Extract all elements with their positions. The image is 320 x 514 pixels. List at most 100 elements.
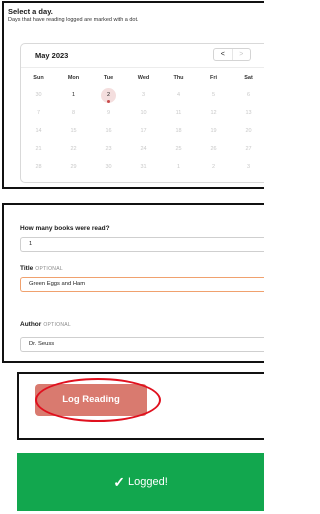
calendar-day-disabled: 9 — [91, 104, 126, 122]
day-number: 18 — [175, 128, 182, 134]
day-number: 17 — [140, 128, 147, 134]
day-number: 9 — [106, 110, 111, 116]
day-number: 31 — [140, 164, 147, 170]
day-number: 7 — [36, 110, 41, 116]
calendar-day-disabled: 16 — [91, 122, 126, 140]
day-number: 21 — [35, 146, 42, 152]
highlight-ring — [35, 378, 161, 422]
calendar-week-row: 7 8 9 10 11 12 13 — [21, 104, 264, 122]
weekday-header: Tue — [103, 75, 114, 81]
calendar-day-disabled: 18 — [161, 122, 196, 140]
day-number: 6 — [246, 92, 251, 98]
calendar-day-disabled: 22 — [56, 140, 91, 158]
confirmation-text: Logged! — [127, 476, 168, 488]
calendar-week-row: 21 22 23 24 25 26 27 — [21, 140, 264, 158]
calendar-day-disabled: 30 — [91, 158, 126, 176]
logged-confirmation-panel: ✓ Logged! — [17, 453, 264, 511]
calendar-day-disabled: 8 — [56, 104, 91, 122]
day-number: 1 — [71, 92, 76, 98]
calendar-day[interactable]: 1 — [56, 86, 91, 104]
day-number: 10 — [140, 110, 147, 116]
month-label: May 2023 — [35, 51, 69, 60]
calendar-day-disabled: 17 — [126, 122, 161, 140]
calendar-week-row: 14 15 16 17 18 19 20 — [21, 122, 264, 140]
day-number: 16 — [105, 128, 112, 134]
log-button-panel: Log Reading — [17, 372, 264, 440]
day-number: 23 — [105, 146, 112, 152]
calendar-day-logged[interactable]: 2 — [91, 86, 126, 104]
check-icon: ✓ — [113, 473, 125, 490]
day-number: 12 — [210, 110, 217, 116]
calendar-week-row: 30 1 2 3 4 5 6 — [21, 86, 264, 104]
prev-month-button[interactable]: < — [214, 49, 232, 60]
day-number: 5 — [211, 92, 216, 98]
calendar-day-disabled: 4 — [161, 86, 196, 104]
calendar-divider — [21, 67, 264, 68]
calendar-day-disabled: 6 — [231, 86, 264, 104]
day-number: 22 — [70, 146, 77, 152]
calendar-widget: May 2023 < > Sun Mon Tue Wed Thu Fri Sat 30 1 2 3 4… — [20, 43, 264, 183]
day-number: 11 — [175, 110, 182, 116]
day-number: 15 — [70, 128, 77, 134]
day-number: 3 — [246, 164, 251, 170]
calendar-day-disabled: 29 — [56, 158, 91, 176]
calendar-day-disabled: 23 — [91, 140, 126, 158]
calendar-day-disabled: 14 — [21, 122, 56, 140]
reading-form-panel: How many books were read? 1 Title OPTIONA… — [2, 203, 264, 363]
author-optional-tag: OPTIONAL — [43, 322, 71, 328]
calendar-day-disabled: 20 — [231, 122, 264, 140]
title-optional-tag: OPTIONAL — [35, 266, 63, 272]
day-number: 2 — [106, 92, 111, 98]
calendar-day-disabled: 3 — [126, 86, 161, 104]
calendar-subtitle: Days that have reading logged are marked… — [8, 17, 139, 23]
month-nav: < > — [213, 48, 251, 61]
day-number: 20 — [245, 128, 252, 134]
calendar-day-disabled: 3 — [231, 158, 264, 176]
calendar-title: Select a day. — [8, 7, 53, 16]
day-number: 27 — [245, 146, 252, 152]
day-number: 29 — [70, 164, 77, 170]
calendar-day-disabled: 31 — [126, 158, 161, 176]
day-number: 2 — [211, 164, 216, 170]
calendar-day-disabled: 19 — [196, 122, 231, 140]
confirmation-message: ✓ Logged! — [17, 453, 264, 511]
day-number: 4 — [176, 92, 181, 98]
calendar-day-disabled: 27 — [231, 140, 264, 158]
day-number: 24 — [140, 146, 147, 152]
day-number: 30 — [35, 92, 42, 98]
day-number: 25 — [175, 146, 182, 152]
title-input[interactable]: Green Eggs and Ham — [20, 277, 264, 292]
author-label: Author OPTIONAL — [20, 321, 71, 328]
day-number: 14 — [35, 128, 42, 134]
weekday-header: Mon — [67, 75, 80, 81]
calendar-grid: Sun Mon Tue Wed Thu Fri Sat 30 1 2 3 4 5 6 7 8 9 10 11 12 13… — [21, 72, 264, 176]
day-number: 8 — [71, 110, 76, 116]
author-input[interactable]: Dr. Seuss — [20, 337, 264, 352]
day-number: 19 — [210, 128, 217, 134]
day-number: 13 — [245, 110, 252, 116]
title-label: Title OPTIONAL — [20, 265, 63, 272]
next-month-button[interactable]: > — [231, 49, 251, 60]
calendar-day-disabled: 25 — [161, 140, 196, 158]
day-number: 3 — [141, 92, 146, 98]
calendar-day-disabled: 24 — [126, 140, 161, 158]
books-count-input[interactable]: 1 — [20, 237, 264, 252]
calendar-day-disabled: 15 — [56, 122, 91, 140]
weekday-header: Thu — [173, 75, 184, 81]
calendar-day-disabled: 11 — [161, 104, 196, 122]
calendar-day-disabled: 26 — [196, 140, 231, 158]
day-number: 30 — [105, 164, 112, 170]
calendar-day-disabled: 21 — [21, 140, 56, 158]
calendar-day-disabled: 1 — [161, 158, 196, 176]
calendar-day-disabled: 13 — [231, 104, 264, 122]
calendar-day-disabled: 28 — [21, 158, 56, 176]
weekday-header: Fri — [209, 75, 218, 81]
calendar-day-disabled: 12 — [196, 104, 231, 122]
day-number: 26 — [210, 146, 217, 152]
calendar-week-row: 28 29 30 31 1 2 3 — [21, 158, 264, 176]
title-label-text: Title — [20, 265, 34, 272]
weekday-header: Wed — [137, 75, 150, 81]
calendar-day-disabled: 7 — [21, 104, 56, 122]
day-number: 1 — [176, 164, 181, 170]
calendar-panel: Select a day. Days that have reading log… — [2, 1, 264, 189]
